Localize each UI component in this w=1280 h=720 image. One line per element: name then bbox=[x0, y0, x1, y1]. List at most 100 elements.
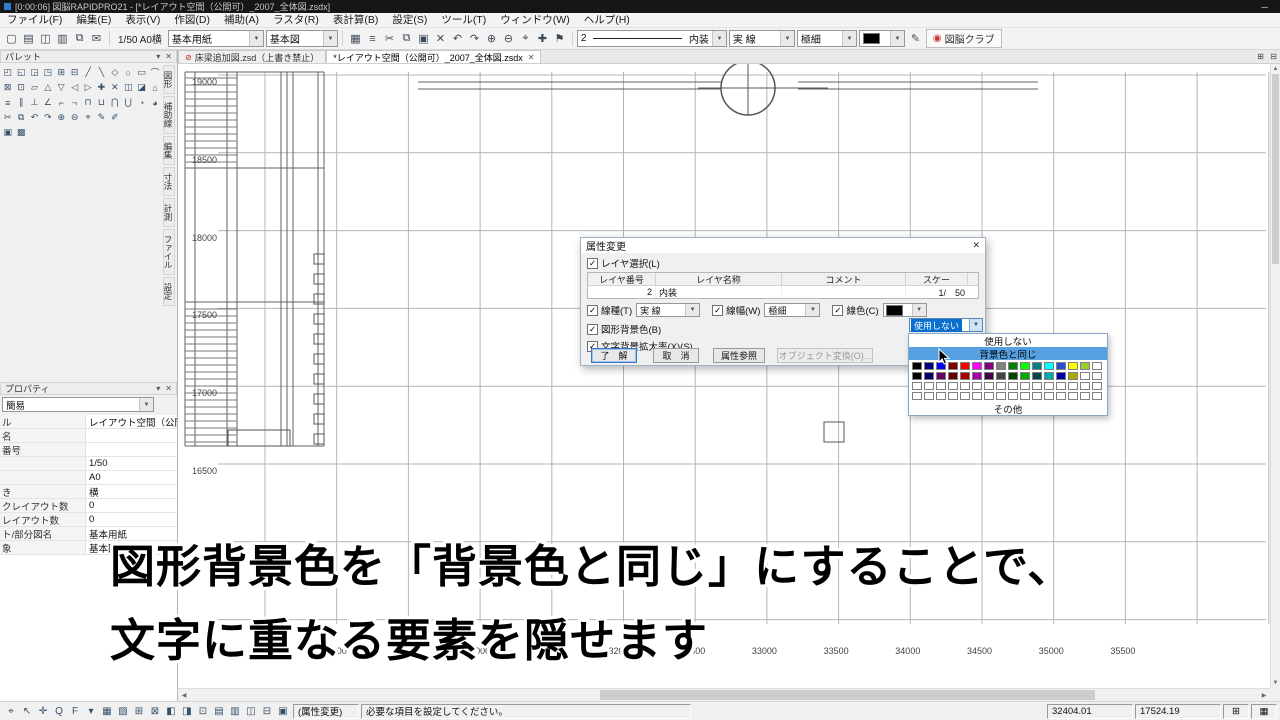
horizontal-scroll-thumb[interactable] bbox=[600, 690, 1095, 700]
color-swatch[interactable] bbox=[924, 362, 934, 370]
color-swatch[interactable] bbox=[1092, 362, 1102, 370]
menu-item[interactable]: 表計算(B) bbox=[326, 13, 386, 28]
color-swatch[interactable] bbox=[996, 392, 1006, 400]
palette-tool-icon[interactable]: ○ bbox=[122, 65, 135, 80]
color-swatch[interactable] bbox=[984, 372, 994, 380]
pointer-icon[interactable]: ↖ bbox=[19, 704, 35, 719]
palette-tool-icon[interactable]: ✐ bbox=[108, 110, 121, 125]
pan-icon[interactable]: ✚ bbox=[534, 30, 551, 47]
linecolor-select[interactable]: ▼ bbox=[859, 30, 905, 47]
palette-tool-icon[interactable]: ↷ bbox=[41, 110, 54, 125]
grid-toggle-icon[interactable]: ⊞ bbox=[1223, 704, 1249, 719]
linecolor-checkbox[interactable]: ✓ 線色(C) bbox=[832, 303, 878, 317]
color-swatch[interactable] bbox=[1032, 382, 1042, 390]
color-swatch[interactable] bbox=[996, 372, 1006, 380]
menu-item[interactable]: ヘルプ(H) bbox=[577, 13, 637, 28]
palette-tool-icon[interactable]: ∥ bbox=[14, 95, 27, 110]
color-swatch[interactable] bbox=[1044, 362, 1054, 370]
snap-right-icon[interactable]: ◨ bbox=[179, 704, 195, 719]
color-swatch[interactable] bbox=[1080, 382, 1090, 390]
cancel-button[interactable]: 取 消 bbox=[653, 348, 699, 363]
property-row[interactable]: レイアウト数0 bbox=[0, 513, 177, 527]
color-swatch[interactable] bbox=[1092, 392, 1102, 400]
scroll-down-icon[interactable]: ▼ bbox=[1271, 678, 1280, 688]
scroll-right-icon[interactable]: ▶ bbox=[1258, 689, 1270, 701]
hatch-icon[interactable]: ▧ bbox=[115, 704, 131, 719]
palette-tool-icon[interactable]: ⊖ bbox=[68, 110, 81, 125]
palette-tool-icon[interactable]: ◲ bbox=[28, 65, 41, 80]
save-icon[interactable]: ◫ bbox=[37, 30, 54, 47]
new-file-icon[interactable]: ▢ bbox=[3, 30, 20, 47]
dialog-title-bar[interactable]: 属性変更 ✕ bbox=[581, 238, 985, 253]
color-swatch[interactable] bbox=[1080, 392, 1090, 400]
color-swatch[interactable] bbox=[1068, 392, 1078, 400]
color-swatch[interactable] bbox=[1056, 372, 1066, 380]
palette-tool-icon[interactable]: ⌖ bbox=[81, 110, 94, 125]
palette-tool-icon[interactable]: ⋂ bbox=[108, 95, 121, 110]
palette-tool-icon[interactable]: ⌂ bbox=[148, 80, 161, 95]
ortho-icon[interactable]: ⊟ bbox=[259, 704, 275, 719]
snap-cross-icon[interactable]: ⊠ bbox=[147, 704, 163, 719]
copy-icon[interactable]: ⧉ bbox=[398, 30, 415, 47]
palette-tool-icon[interactable]: ⌐ bbox=[55, 95, 68, 110]
color-swatch[interactable] bbox=[1092, 372, 1102, 380]
palette-tool-icon[interactable]: ◇ bbox=[108, 65, 121, 80]
palette-tool-icon[interactable]: ∠ bbox=[41, 95, 54, 110]
color-swatch[interactable] bbox=[1008, 362, 1018, 370]
menu-item[interactable]: 設定(S) bbox=[385, 13, 434, 28]
palette-tool-icon[interactable]: ¬ bbox=[68, 95, 81, 110]
color-swatch[interactable] bbox=[1068, 382, 1078, 390]
close-tab-icon[interactable]: ✕ bbox=[528, 53, 535, 62]
snap-grid-icon[interactable]: ⊞ bbox=[131, 704, 147, 719]
palette-tool-icon[interactable]: ◔ bbox=[135, 95, 148, 110]
layer-select[interactable]: 2 内装 ▼ bbox=[577, 30, 727, 47]
palette-tool-icon[interactable]: ▱ bbox=[28, 80, 41, 95]
palette-tool-icon[interactable]: ⊓ bbox=[81, 95, 94, 110]
palette-tab[interactable]: 設定 bbox=[163, 277, 175, 306]
layer-table-row[interactable]: 2 内装 1/ 50 bbox=[588, 286, 978, 298]
split-horizontal-icon[interactable]: ⊞ bbox=[1254, 51, 1267, 63]
color-swatch[interactable] bbox=[960, 392, 970, 400]
palette-tab[interactable]: 補助線 bbox=[163, 96, 175, 134]
color-swatch[interactable] bbox=[1068, 372, 1078, 380]
popup-option[interactable]: 使用しない bbox=[909, 334, 1107, 347]
color-swatch[interactable] bbox=[1020, 382, 1030, 390]
palette-tool-icon[interactable]: ▩ bbox=[14, 125, 27, 140]
close-icon[interactable]: ✕ bbox=[165, 52, 172, 61]
color-swatch[interactable] bbox=[1020, 372, 1030, 380]
color-swatch[interactable] bbox=[1068, 362, 1078, 370]
palette-tool-icon[interactable]: ◁ bbox=[68, 80, 81, 95]
palette-tab[interactable]: 計測 bbox=[163, 198, 175, 227]
redo-icon[interactable]: ↷ bbox=[466, 30, 483, 47]
color-swatch[interactable] bbox=[1056, 382, 1066, 390]
palette-tool-icon[interactable]: ⊠ bbox=[1, 80, 14, 95]
dock-icon[interactable]: ▾ bbox=[156, 52, 160, 61]
color-swatch[interactable] bbox=[912, 362, 922, 370]
sheet-select[interactable]: 基本図 ▼ bbox=[266, 30, 338, 47]
palette-tool-icon[interactable]: ◳ bbox=[41, 65, 54, 80]
color-swatch[interactable] bbox=[924, 372, 934, 380]
table-icon[interactable]: ▦ bbox=[347, 30, 364, 47]
palette-tool-icon[interactable]: ⧉ bbox=[14, 110, 27, 125]
property-row[interactable]: A0 bbox=[0, 471, 177, 485]
color-swatch[interactable] bbox=[972, 372, 982, 380]
color-swatch[interactable] bbox=[912, 372, 922, 380]
color-swatch[interactable] bbox=[912, 382, 922, 390]
palette-tool-icon[interactable]: ⊟ bbox=[68, 65, 81, 80]
quick-command-icon[interactable]: Q bbox=[51, 704, 67, 719]
grid-icon[interactable]: ▦ bbox=[99, 704, 115, 719]
vertical-scroll-thumb[interactable] bbox=[1272, 74, 1279, 264]
mail-icon[interactable]: ✉ bbox=[88, 30, 105, 47]
menu-item[interactable]: ラスタ(R) bbox=[266, 13, 326, 28]
split-vertical-icon[interactable]: ⊟ bbox=[1267, 51, 1280, 63]
ok-button[interactable]: 了 解 bbox=[591, 348, 637, 363]
layer-pin-icon[interactable]: ⚑ bbox=[551, 30, 568, 47]
palette-tool-icon[interactable]: ◫ bbox=[122, 80, 135, 95]
line-style-icon[interactable]: ≡ bbox=[364, 30, 381, 47]
palette-tool-icon[interactable]: ✕ bbox=[108, 80, 121, 95]
color-swatch[interactable] bbox=[1020, 392, 1030, 400]
scroll-up-icon[interactable]: ▲ bbox=[1271, 64, 1280, 74]
scroll-left-icon[interactable]: ◀ bbox=[178, 689, 190, 701]
color-swatch[interactable] bbox=[948, 382, 958, 390]
color-swatch[interactable] bbox=[984, 392, 994, 400]
